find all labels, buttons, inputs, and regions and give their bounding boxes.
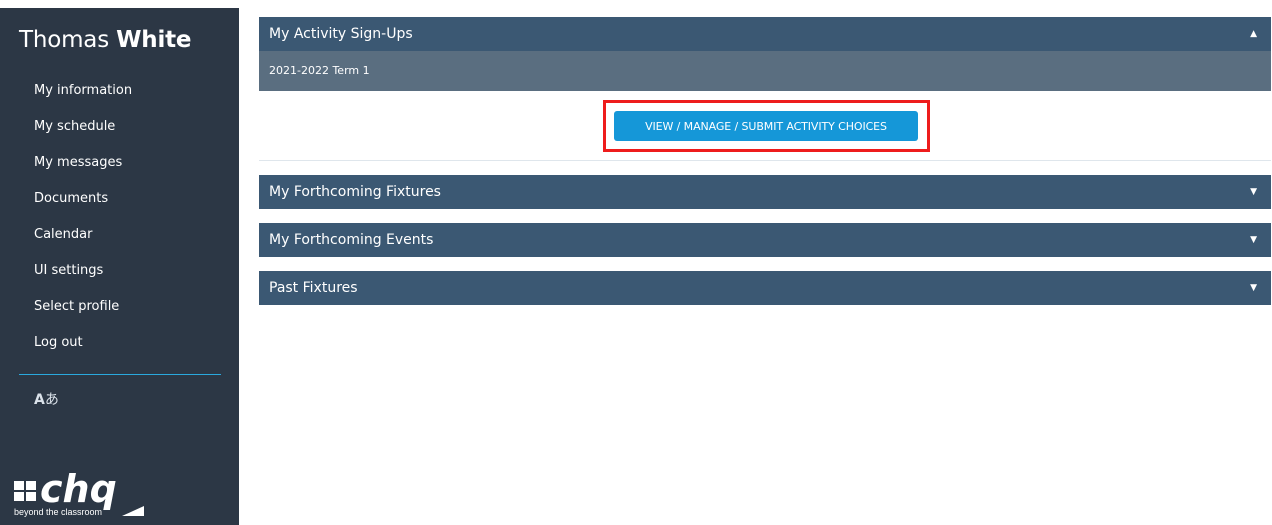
past-fixtures-header[interactable]: Past Fixtures ▼ [259, 271, 1271, 305]
panel-gap [259, 161, 1271, 175]
term-label: 2021-2022 Term 1 [269, 64, 370, 77]
sidebar-divider [19, 374, 221, 375]
grid-icon [14, 481, 36, 501]
forthcoming-fixtures-panel: My Forthcoming Fixtures ▼ [259, 175, 1271, 209]
caret-down-icon: ▼ [1250, 283, 1257, 293]
term-bar: 2021-2022 Term 1 [259, 51, 1271, 91]
sidebar-item-my-schedule[interactable]: My schedule [0, 116, 239, 152]
language-switch[interactable]: Aあ [34, 389, 59, 409]
sidebar-nav: My information My schedule My messages D… [0, 80, 239, 368]
panel-gap [259, 209, 1271, 223]
language-japanese: あ [44, 392, 59, 408]
chq-logo-graphic: chq beyond the classroom [14, 467, 144, 517]
sidebar-item-select-profile[interactable]: Select profile [0, 296, 239, 332]
sidebar-item-log-out[interactable]: Log out [0, 332, 239, 368]
user-first-name: Thomas [19, 27, 109, 53]
user-name: Thomas White [19, 26, 192, 54]
user-last-name: White [116, 27, 192, 53]
past-fixtures-title: Past Fixtures [269, 280, 358, 296]
activity-signups-body: VIEW / MANAGE / SUBMIT ACTIVITY CHOICES [259, 91, 1271, 161]
sidebar-item-ui-settings[interactable]: UI settings [0, 260, 239, 296]
chq-logo: chq beyond the classroom [14, 467, 174, 524]
language-latin: A [34, 392, 45, 408]
forthcoming-fixtures-title: My Forthcoming Fixtures [269, 184, 441, 200]
activity-signups-title: My Activity Sign-Ups [269, 26, 413, 42]
panel-gap [259, 257, 1271, 271]
sidebar-item-calendar[interactable]: Calendar [0, 224, 239, 260]
activity-signups-header[interactable]: My Activity Sign-Ups ▲ [259, 17, 1271, 51]
forthcoming-fixtures-header[interactable]: My Forthcoming Fixtures ▼ [259, 175, 1271, 209]
main-content: My Activity Sign-Ups ▲ 2021-2022 Term 1 … [259, 17, 1271, 305]
sidebar: Thomas White My information My schedule … [0, 8, 239, 525]
page: Thomas White My information My schedule … [0, 0, 1272, 525]
sidebar-item-my-messages[interactable]: My messages [0, 152, 239, 188]
view-manage-submit-activity-choices-button[interactable]: VIEW / MANAGE / SUBMIT ACTIVITY CHOICES [614, 111, 918, 141]
activity-signups-panel: My Activity Sign-Ups ▲ 2021-2022 Term 1 … [259, 17, 1271, 161]
caret-up-icon: ▲ [1250, 29, 1257, 39]
sidebar-item-my-information[interactable]: My information [0, 80, 239, 116]
forthcoming-events-panel: My Forthcoming Events ▼ [259, 223, 1271, 257]
logo-tagline: beyond the classroom [14, 507, 102, 517]
past-fixtures-panel: Past Fixtures ▼ [259, 271, 1271, 305]
logo-brand: chq [40, 468, 117, 511]
forthcoming-events-title: My Forthcoming Events [269, 232, 434, 248]
forthcoming-events-header[interactable]: My Forthcoming Events ▼ [259, 223, 1271, 257]
caret-down-icon: ▼ [1250, 187, 1257, 197]
logo-tagline-wedge [122, 506, 144, 516]
caret-down-icon: ▼ [1250, 235, 1257, 245]
sidebar-item-documents[interactable]: Documents [0, 188, 239, 224]
